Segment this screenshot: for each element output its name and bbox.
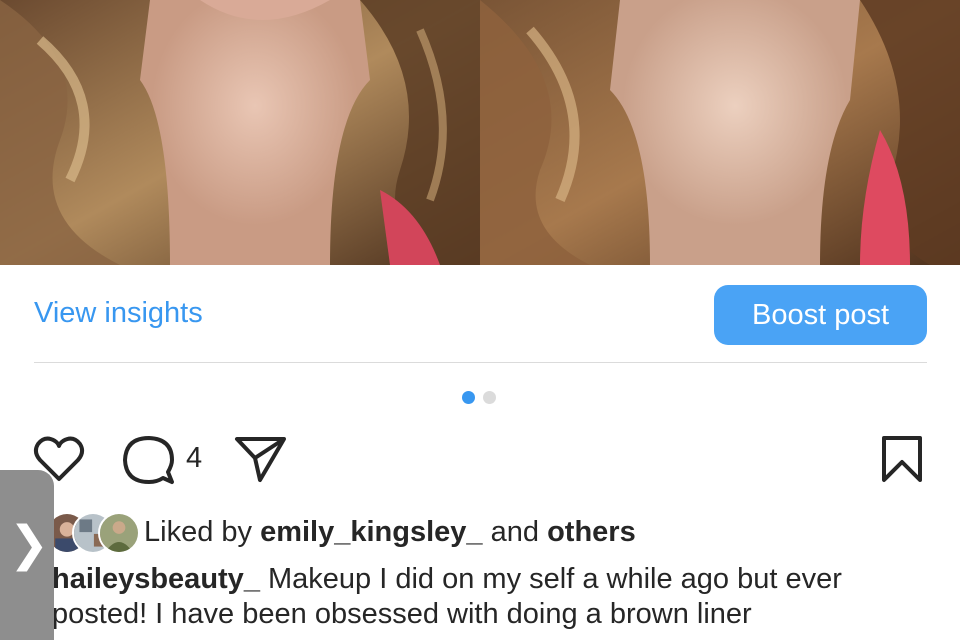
liker-avatars[interactable] — [46, 512, 140, 554]
pagination-dot — [483, 391, 496, 404]
pagination-dot-active — [462, 391, 475, 404]
liked-by-connector: and — [490, 516, 540, 548]
post-action-bar: 4 — [0, 430, 960, 490]
liked-by-row[interactable]: Liked by emily_kingsley_ and others — [0, 508, 960, 560]
caption-username-link[interactable]: haileysbeauty_ — [52, 563, 260, 595]
side-drawer-handle[interactable]: ❯ — [0, 470, 54, 640]
boost-post-button[interactable]: Boost post — [714, 285, 927, 345]
paper-plane-icon[interactable] — [234, 434, 288, 484]
post-photo-carousel[interactable] — [0, 0, 960, 265]
post-photo-right[interactable] — [480, 0, 960, 265]
view-insights-link[interactable]: View insights — [34, 297, 203, 330]
bookmark-icon[interactable] — [880, 434, 924, 484]
liked-by-others-link[interactable]: others — [547, 516, 636, 548]
divider — [34, 362, 927, 363]
comment-bubble-icon[interactable] — [122, 434, 174, 486]
portrait-image-right — [480, 0, 960, 265]
post-caption: haileysbeauty_ Makeup I did on my self a… — [52, 562, 932, 632]
portrait-image-left — [0, 0, 480, 265]
chevron-right-icon: ❯ — [8, 518, 50, 571]
post-photo-left[interactable] — [0, 0, 480, 265]
comment-count: 4 — [186, 442, 203, 474]
liked-by-prefix: Liked by — [144, 516, 253, 548]
liked-by-text[interactable]: Liked by emily_kingsley_ and others — [144, 516, 636, 549]
avatar — [98, 512, 140, 554]
carousel-pagination — [462, 391, 496, 404]
liked-by-user-link[interactable]: emily_kingsley_ — [260, 516, 482, 548]
insights-row: View insights Boost post — [0, 265, 960, 363]
